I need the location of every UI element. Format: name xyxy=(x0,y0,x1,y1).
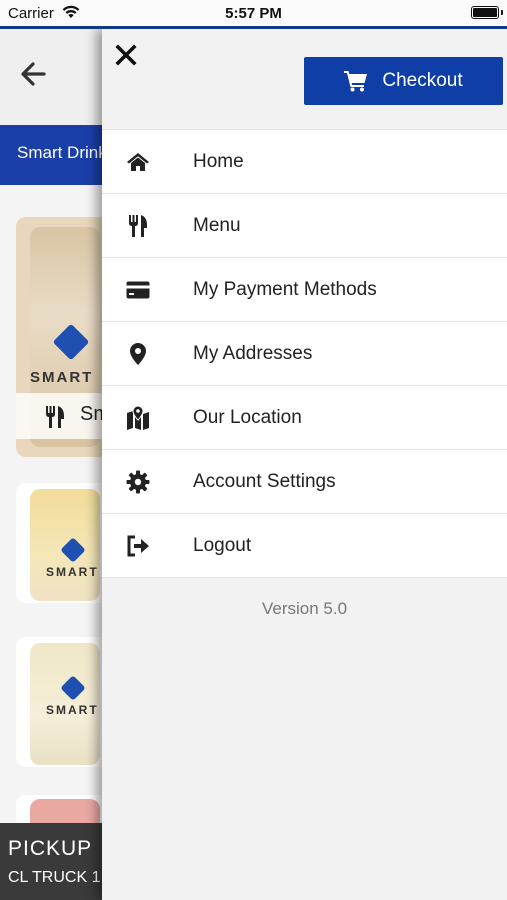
product-card[interactable]: SMART xyxy=(16,637,102,767)
menu-item-label: Home xyxy=(193,150,244,172)
map-location-icon xyxy=(127,406,149,430)
menu-item-label: My Addresses xyxy=(193,342,313,364)
menu-item-menu[interactable]: Menu xyxy=(102,194,507,258)
pickup-location: CL TRUCK 1 xyxy=(8,869,101,886)
battery-icon xyxy=(471,6,499,19)
home-icon xyxy=(127,153,149,171)
pickup-banner[interactable] xyxy=(0,823,102,900)
menu-item-our-location[interactable]: Our Location xyxy=(102,386,507,450)
shopping-cart-icon xyxy=(344,71,368,92)
menu-item-label: Our Location xyxy=(193,406,302,428)
side-drawer: Checkout Home Menu My Payment Methods My… xyxy=(102,29,507,900)
pickup-mode: PICKUP xyxy=(8,837,93,860)
menu-item-addresses[interactable]: My Addresses xyxy=(102,322,507,386)
product-list: SMART SMART SMART xyxy=(0,185,102,900)
checkout-label: Checkout xyxy=(382,70,463,91)
utensils-icon xyxy=(46,406,64,428)
category-tab-label[interactable]: Smart Drinks xyxy=(17,143,102,163)
brand-text: SMART xyxy=(46,565,99,579)
menu-item-payment-methods[interactable]: My Payment Methods xyxy=(102,258,507,322)
gear-icon xyxy=(126,470,150,494)
back-arrow-icon[interactable] xyxy=(20,61,46,87)
category-label: Sm xyxy=(80,403,102,425)
menu-item-account-settings[interactable]: Account Settings xyxy=(102,450,507,514)
header-accent-line xyxy=(0,26,507,29)
close-icon[interactable] xyxy=(114,43,138,67)
menu-item-label: Logout xyxy=(193,534,252,556)
status-bar: Carrier 5:57 PM xyxy=(0,0,507,26)
brand-text: SMART xyxy=(46,703,99,717)
drawer-menu: Home Menu My Payment Methods My Addresse… xyxy=(102,129,507,578)
credit-card-icon xyxy=(126,281,150,299)
sign-out-icon xyxy=(127,535,149,557)
brand-text: SMART xyxy=(30,369,94,386)
checkout-button[interactable]: Checkout xyxy=(304,57,503,105)
background-app: Smart Drinks SMART SMART SMART Sm PICK xyxy=(0,29,102,900)
battery-cap xyxy=(501,10,503,15)
menu-item-label: Account Settings xyxy=(193,470,336,492)
utensils-icon xyxy=(129,215,147,237)
map-marker-icon xyxy=(130,343,146,365)
background-header xyxy=(0,29,102,125)
menu-item-home[interactable]: Home xyxy=(102,130,507,194)
product-card[interactable]: SMART xyxy=(16,483,102,603)
app-version: Version 5.0 xyxy=(261,599,348,618)
menu-item-logout[interactable]: Logout xyxy=(102,514,507,578)
menu-item-label: Menu xyxy=(193,214,241,236)
menu-item-label: My Payment Methods xyxy=(193,278,377,300)
status-time: 5:57 PM xyxy=(225,5,282,22)
